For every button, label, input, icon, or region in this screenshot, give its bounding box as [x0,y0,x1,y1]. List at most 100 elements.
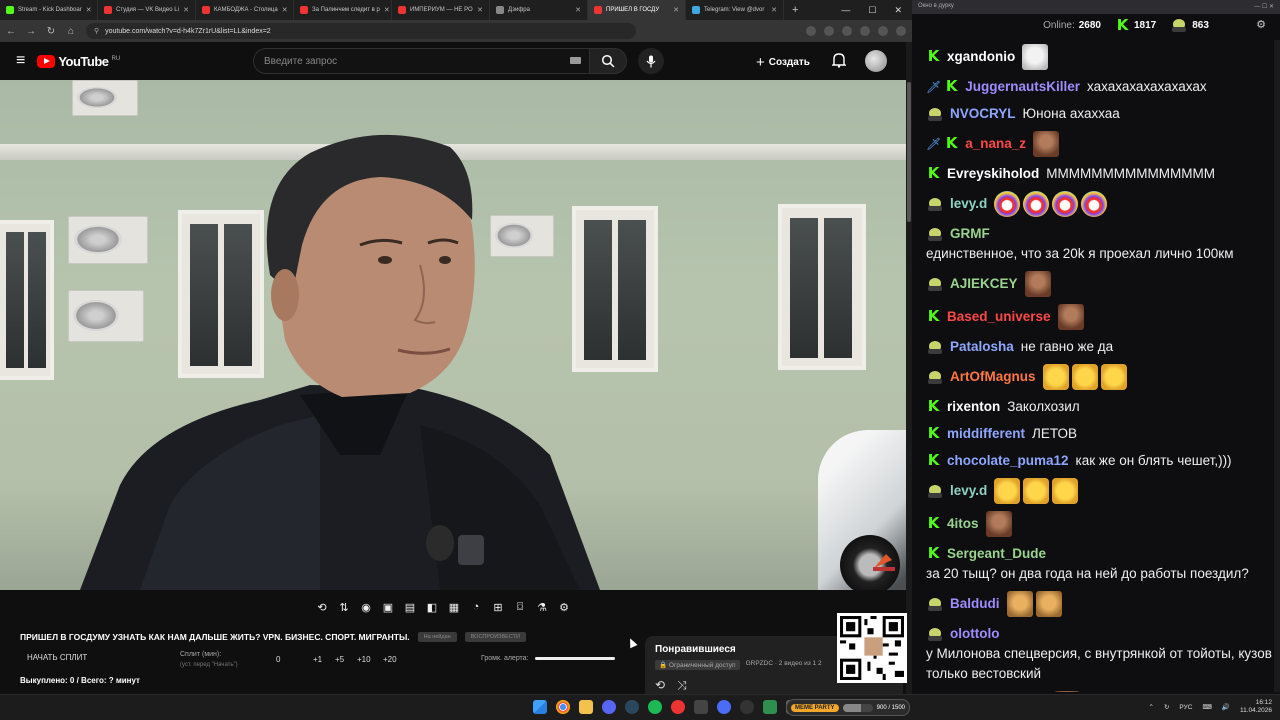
search-button[interactable] [589,48,627,74]
spotify-icon[interactable] [648,700,662,714]
forward-icon[interactable]: → [26,26,36,37]
start-split-button[interactable]: НАЧАТЬ СПЛИТ [27,653,87,662]
shuffle-icon[interactable]: ⤨ [677,678,687,693]
network-icon[interactable]: ⌨ [1202,703,1211,711]
keyboard-icon[interactable] [570,57,581,64]
chrome-icon[interactable] [556,700,570,714]
menu-icon[interactable] [896,26,906,36]
picture-in-picture-icon[interactable]: ⊞ [490,599,506,615]
chat-username[interactable]: Based_universe [947,307,1051,327]
loop-icon[interactable]: ⟲ [314,599,330,615]
home-icon[interactable]: ⌂ [66,26,76,37]
add-10-button[interactable]: +10 [357,655,383,664]
flask-icon[interactable]: ⚗ [534,599,550,615]
chat-window-controls[interactable]: — ☐ ✕ [1254,3,1274,11]
chat-username[interactable]: ArtOfMagnus [950,367,1036,387]
browser-tab[interactable]: Дзифра ✕ [490,0,588,20]
meme-party-widget[interactable]: MEME PARTY 900 / 1500 [786,699,910,716]
close-tab-icon[interactable]: ✕ [86,6,92,14]
chat-settings-gear-icon[interactable]: ⚙ [1256,18,1266,31]
site-info-icon[interactable]: ⚲ [94,27,99,35]
youtube-logo[interactable]: YouTube RU [37,54,120,69]
speed-icon[interactable]: ◔ [468,599,484,615]
sort-icon[interactable]: ⇅ [336,599,352,615]
search-input[interactable] [253,48,589,74]
extension-icon[interactable] [806,26,816,36]
chat-username[interactable]: olottolo [950,624,999,644]
windows-start-icon[interactable] [533,700,547,714]
extension-icon[interactable] [860,26,870,36]
browser-tab[interactable]: За Палинчем следит в р ✕ [294,0,392,20]
chat-username[interactable]: Evreyskiholod [947,164,1039,184]
scrollbar-thumb[interactable] [907,82,911,222]
chat-username[interactable]: a_nana_z [965,134,1026,154]
reload-icon[interactable]: ↻ [46,26,56,37]
chat-username[interactable]: Baldudi [950,594,1000,614]
chat-username[interactable]: rixenton [947,397,1000,417]
file-explorer-icon[interactable] [579,700,593,714]
close-tab-icon[interactable]: ✕ [477,6,483,14]
tag-pill[interactable]: На нейдан [417,632,457,642]
chat-username[interactable]: Sergeant_Dude [947,544,1046,564]
settings-gear-icon[interactable]: ⚙ [556,599,572,615]
browser-tab[interactable]: Студия — VK Видео Li ✕ [98,0,196,20]
chat-scrollbar[interactable] [1274,40,1280,692]
alert-volume-slider[interactable] [534,657,615,660]
chat-username[interactable]: levy.d [950,481,987,501]
clock[interactable]: 16:12 11.04.2026 [1240,699,1272,715]
new-tab-button[interactable]: + [784,4,806,16]
add-1-button[interactable]: +1 [313,655,335,664]
back-icon[interactable]: ← [6,26,16,37]
chat-username[interactable]: chocolate_puma12 [947,451,1069,471]
avatar[interactable] [865,50,887,72]
screenshot-icon[interactable]: ⌼ [512,599,528,615]
close-tab-icon[interactable]: ✕ [384,6,390,14]
maximize-button[interactable]: ☐ [868,5,876,16]
menu-hamburger-icon[interactable]: ≡ [16,52,25,70]
chat-username[interactable]: JuggernautsKiller [965,77,1080,97]
profile-icon[interactable] [878,26,888,36]
add-5-button[interactable]: +5 [335,655,357,664]
chat-username[interactable]: GRMF [950,224,990,244]
browser-tab[interactable]: ИМПЕРИУМ — НЕ РО ✕ [392,0,490,20]
opera-icon[interactable] [671,700,685,714]
subtitles-icon[interactable]: ▦ [446,599,462,615]
close-tab-icon[interactable]: ✕ [771,6,777,14]
tag-pill[interactable]: ВОСПРОИЗВЕСТИ [464,632,526,642]
media-player-icon[interactable] [717,700,731,714]
chat-username[interactable]: 4itos [947,514,979,534]
browser-tab[interactable]: Telegram: View @dvor ✕ [686,0,784,20]
browser-tab[interactable]: ПРИШЕЛ В ГОСДУ ✕ [588,0,686,20]
clapper-icon[interactable]: ▤ [402,599,418,615]
app-icon[interactable] [694,700,708,714]
broadcast-icon[interactable]: ◉ [358,599,374,615]
notifications-button[interactable] [831,52,847,73]
browser-tab[interactable]: Stream - Kick Dashboar ✕ [0,0,98,20]
watch-later-icon[interactable]: ▣ [380,599,396,615]
chat-username[interactable]: AJIEKCEY [950,274,1018,294]
chevron-up-icon[interactable]: ⌃ [1149,703,1154,711]
chat-username[interactable]: levy.d [950,194,987,214]
sync-icon[interactable]: ↻ [1164,703,1169,711]
close-tab-icon[interactable]: ✕ [673,6,679,14]
chat-username[interactable]: NVOCRYL [950,104,1016,124]
url-field[interactable]: ⚲ youtube.com/watch?v=d-h4k7Zr1rU&list=L… [86,23,636,39]
loop-playlist-icon[interactable]: ⟲ [655,678,665,693]
obs-icon[interactable] [740,700,754,714]
add-20-button[interactable]: +20 [383,655,407,664]
create-button[interactable]: + Создать [756,51,810,73]
chat-message-list[interactable]: Kxgandonio 🗡 K JuggernautsKiller хахахахахах… [912,40,1280,692]
input-language[interactable]: РУС [1179,704,1192,711]
close-tab-icon[interactable]: ✕ [282,6,288,14]
chat-username[interactable]: middifferent [947,424,1025,444]
browser-tab[interactable]: КАМБОДЖА - Столица ✕ [196,0,294,20]
steam-icon[interactable] [625,700,639,714]
app-icon[interactable] [763,700,777,714]
video-player[interactable] [0,80,906,590]
close-tab-icon[interactable]: ✕ [183,6,189,14]
voice-search-button[interactable] [638,48,664,74]
chat-username[interactable]: xgandonio [947,47,1015,67]
miniplayer-icon[interactable]: ◧ [424,599,440,615]
volume-icon[interactable]: 🔊 [1222,703,1230,711]
extension-icon[interactable] [824,26,834,36]
